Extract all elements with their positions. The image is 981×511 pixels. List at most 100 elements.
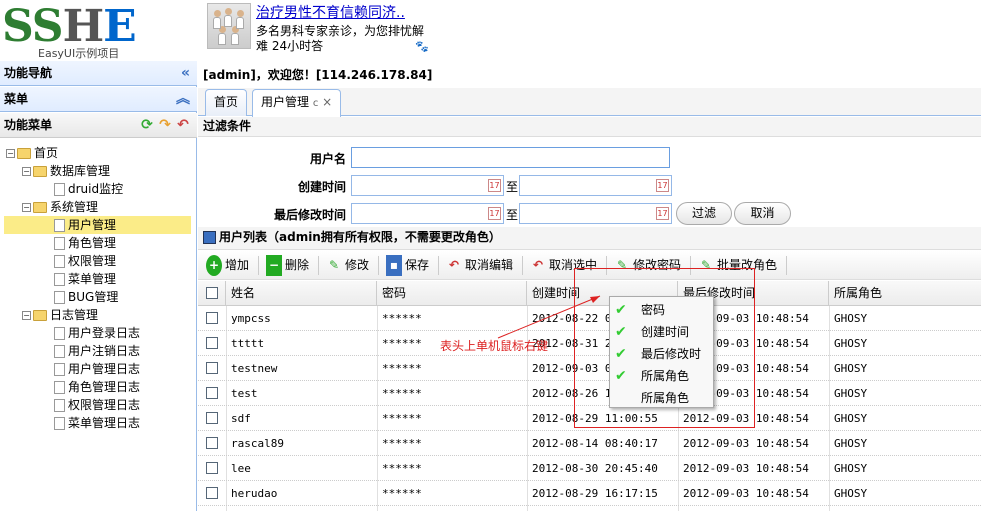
collapse-toggle-icon[interactable]: − [22,311,31,320]
ad-title-link[interactable]: 治疗男性不育信赖同济.. [256,2,405,22]
column-header-name[interactable]: 姓名 [226,281,377,306]
tree-node-database[interactable]: − 数据库管理 [22,162,191,180]
cancel-button[interactable]: 取消 [734,202,791,225]
tree-node-bug-mgmt[interactable]: BUG管理 [54,288,191,306]
func-menu-title: 功能菜单 [4,118,53,132]
cell-name: lee [231,462,251,475]
select-all-checkbox[interactable] [206,287,218,299]
table-row[interactable]: rascal89 ****** 2012-08-14 08:40:17 2012… [198,431,981,456]
file-icon [54,345,65,358]
cell-name: test [231,387,258,400]
row-checkbox[interactable] [206,487,218,499]
tree-node-druid[interactable]: druid监控 [54,180,191,198]
tree-node-login-log[interactable]: 用户登录日志 [54,324,191,342]
username-input[interactable] [351,147,670,168]
menu-item-label: 密码 [641,303,666,317]
collapse-toggle-icon[interactable]: − [22,167,31,176]
add-icon: + [206,255,222,276]
table-row[interactable]: herudao ****** 2012-08-29 16:17:15 2012-… [198,481,981,506]
ad-image[interactable] [207,3,251,49]
cell-password: ****** [382,462,422,475]
modified-end-input[interactable]: 17 [519,203,672,224]
collapse-left-icon[interactable]: « [181,61,190,85]
tree-node-menu-log[interactable]: 菜单管理日志 [54,414,191,432]
tab-user-mgmt[interactable]: 用户管理 c × [252,89,342,117]
cell-name: rascal89 [231,437,284,450]
file-icon [54,219,65,232]
collapse-toggle-icon[interactable]: − [22,203,31,212]
filter-button[interactable]: 过滤 [676,202,732,225]
menu-item-label: 所属角色 [641,369,690,383]
undo-icon[interactable]: ↶ [175,117,191,133]
redo-icon[interactable]: ↷ [157,117,173,133]
edit-button[interactable]: ✎ 修改 [326,255,369,276]
close-tab-icon[interactable]: × [322,95,332,109]
paw-icon[interactable]: 🐾 [415,40,429,53]
tree-node-perm-mgmt[interactable]: 权限管理 [54,252,191,270]
save-button[interactable]: ▪ 保存 [386,255,429,276]
row-checkbox[interactable] [206,387,218,399]
calendar-icon[interactable]: 17 [656,207,669,220]
func-menu-header: 功能菜单 ⟳ ↷ ↶ [0,113,197,138]
refresh-icon[interactable]: ⟳ [139,117,155,133]
menu-item-created[interactable]: ✔ 创建时间 [610,321,713,343]
modified-time-label: 最后修改时间 [273,208,346,222]
tree-node-perm-log[interactable]: 权限管理日志 [54,396,191,414]
row-checkbox[interactable] [206,312,218,324]
calendar-icon[interactable]: 17 [656,179,669,192]
menu-item-role-2[interactable]: 所属角色 [610,387,713,409]
row-checkbox[interactable] [206,362,218,374]
tree-label: 日志管理 [50,308,99,322]
row-checkbox[interactable] [206,462,218,474]
tab-home[interactable]: 首页 [205,89,248,116]
tree-node-role-log[interactable]: 角色管理日志 [54,378,191,396]
tree-node-log[interactable]: − 日志管理 [22,306,191,324]
tree-label: 用户管理日志 [68,362,141,376]
menu-item-modified[interactable]: ✔ 最后修改时 [610,343,713,365]
cell-role: GHOSY [834,312,868,325]
calendar-icon[interactable]: 17 [488,207,501,220]
delete-button[interactable]: − 删除 [266,255,309,276]
tree-node-logout-log[interactable]: 用户注销日志 [54,342,191,360]
collapse-toggle-icon[interactable]: − [6,149,15,158]
cell-created: 2012-08-29 16:17:15 [532,487,658,500]
tree-node-menu-mgmt[interactable]: 菜单管理 [54,270,191,288]
created-end-input[interactable]: 17 [519,175,672,196]
menu-accordion-header[interactable]: 菜单 ︽ [0,87,197,112]
tree-node-user-log[interactable]: 用户管理日志 [54,360,191,378]
collapse-up-icon[interactable]: ︽ [176,87,190,111]
tree-node-system[interactable]: − 系统管理 [22,198,191,216]
cancel-edit-button[interactable]: ↶ 取消编辑 [446,255,513,276]
add-button[interactable]: + 增加 [206,255,249,276]
logo-subtitle: EasyUI示例项目 [38,47,120,60]
column-context-menu: ✔ 密码 ✔ 创建时间 ✔ 最后修改时 ✔ 所属角色 所属角色 [609,296,714,408]
left-panel: 功能导航 « 菜单 ︽ 功能菜单 ⟳ ↷ ↶ − 首页 − 数据库管理 druid监… [0,61,197,511]
created-start-input[interactable]: 17 [351,175,504,196]
delete-icon: − [266,255,282,276]
tree-node-home[interactable]: − 首页 [6,144,191,162]
row-checkbox[interactable] [206,437,218,449]
row-checkbox[interactable] [206,337,218,349]
row-checkbox[interactable] [206,412,218,424]
menu-item-role[interactable]: ✔ 所属角色 [610,365,713,387]
annotation-text: 表头上单机鼠标右键 [440,339,549,353]
refresh-tab-icon[interactable]: c [313,98,319,109]
file-icon [54,183,65,196]
tree-node-user-mgmt[interactable]: 用户管理 [4,216,191,234]
tree-label: 首页 [34,146,59,160]
filter-panel-title: 过滤条件 [198,117,981,137]
modified-start-input[interactable]: 17 [351,203,504,224]
cell-role: GHOSY [834,387,868,400]
header: SSHE EasyUI示例项目 治疗男性不育信赖同济.. 多名男科专家亲诊，为您… [0,0,981,60]
menu-accordion-title: 菜单 [4,92,29,106]
menu-item-password[interactable]: ✔ 密码 [610,299,713,321]
tree-node-role-mgmt[interactable]: 角色管理 [54,234,191,252]
calendar-icon[interactable]: 17 [488,179,501,192]
ad-text-line2[interactable]: 难 24小时答 [256,37,323,54]
file-icon [54,417,65,430]
file-icon [54,273,65,286]
table-row[interactable]: lee ****** 2012-08-30 20:45:40 2012-09-0… [198,456,981,481]
cell-name: ympcss [231,312,271,325]
toolbar-separator [378,256,379,275]
column-header-role[interactable]: 所属角色 [829,281,981,306]
